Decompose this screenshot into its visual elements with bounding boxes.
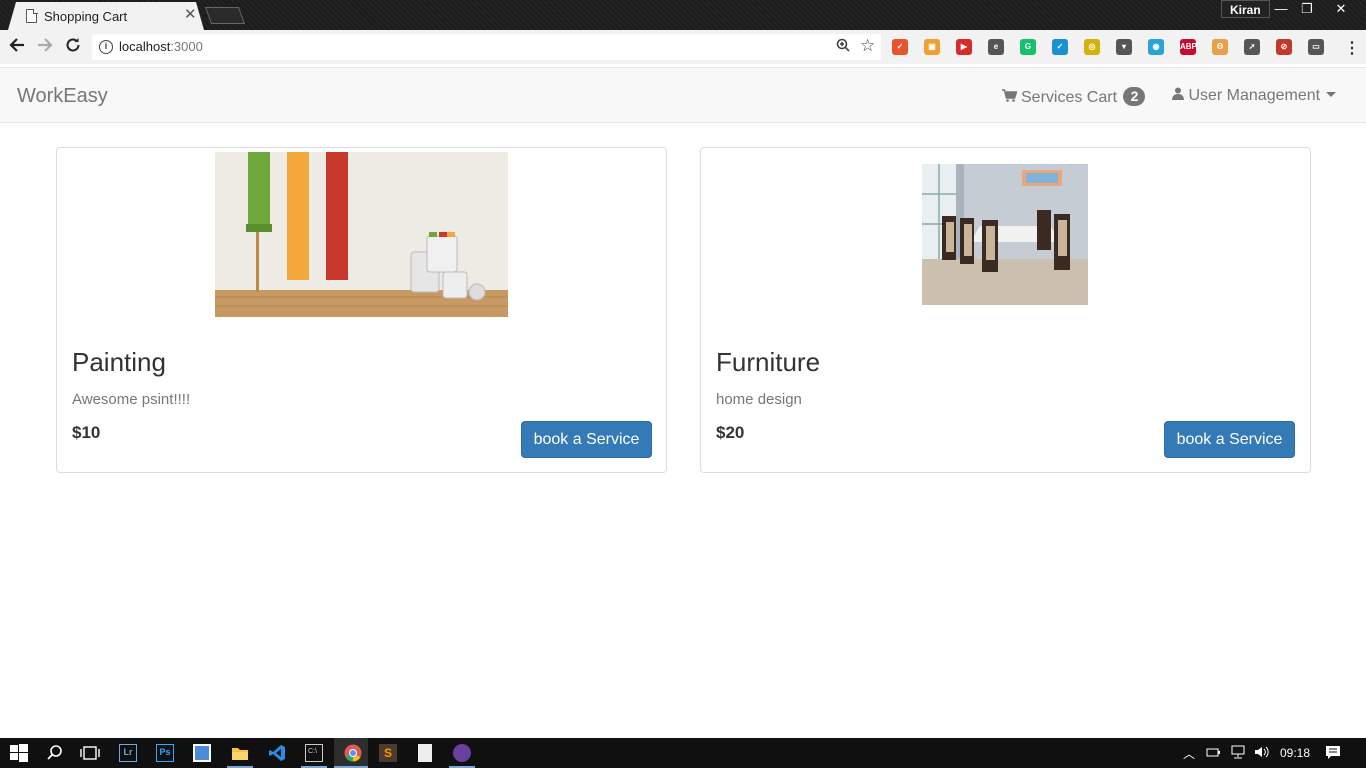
show-hidden-icons-icon[interactable]: ︿ (1183, 745, 1195, 762)
network-icon[interactable] (1230, 745, 1246, 762)
caret-down-icon (1326, 92, 1337, 97)
book-service-button[interactable]: book a Service (521, 421, 652, 458)
site-navbar: WorkEasy Services Cart 2 User Management (0, 67, 1366, 123)
active-app-indicator (334, 738, 368, 768)
file-explorer-icon[interactable] (231, 744, 249, 762)
web-page: WorkEasy Services Cart 2 User Management (0, 64, 1366, 738)
service-price: $10 (72, 423, 101, 442)
info-icon[interactable]: i (99, 40, 113, 54)
volume-icon[interactable] (1254, 745, 1270, 762)
extension-circle-icon[interactable]: ◎ (1084, 39, 1100, 55)
app-purple-icon[interactable] (453, 744, 471, 762)
new-tab-button[interactable] (204, 7, 246, 24)
reload-button[interactable] (62, 36, 84, 58)
power-icon[interactable] (1206, 745, 1222, 762)
close-window-button[interactable]: ✕ (1326, 0, 1356, 18)
service-description: home design (716, 391, 802, 408)
cast-icon[interactable]: ▭ (1308, 39, 1324, 55)
painting-image (215, 152, 508, 317)
clock[interactable]: 09:18 (1280, 746, 1310, 760)
services-cart-link[interactable]: Services Cart 2 (1002, 87, 1146, 107)
reload-icon (66, 38, 80, 52)
lightroom-icon[interactable]: Lr (119, 744, 137, 762)
service-title: Painting (72, 347, 166, 377)
forward-button[interactable] (34, 36, 56, 58)
extension-picture-icon[interactable]: ▣ (924, 39, 940, 55)
shopping-cart-icon (1002, 89, 1018, 107)
action-center-icon[interactable] (1325, 745, 1341, 763)
book-service-button[interactable]: book a Service (1164, 421, 1295, 458)
adblock-plus-icon[interactable]: ABP (1180, 39, 1197, 55)
service-price: $20 (716, 423, 745, 442)
app-icon[interactable] (193, 744, 211, 762)
file-icon[interactable] (418, 744, 432, 762)
service-title: Furniture (716, 347, 821, 377)
extension-red-icon[interactable]: ✓ (892, 39, 908, 55)
start-icon[interactable] (10, 744, 28, 762)
url-text[interactable]: localhost:3000 (119, 39, 203, 54)
back-button[interactable] (6, 36, 28, 58)
extension-playback-icon[interactable]: ▶ (956, 39, 972, 55)
user-icon (1172, 87, 1188, 104)
search-icon[interactable] (46, 744, 64, 762)
cart-count-badge: 2 (1123, 87, 1146, 106)
windows-taskbar: Lr Ps C:\ S ︿ 09:18 (0, 738, 1366, 768)
extension-block-icon[interactable]: ⊘ (1276, 39, 1292, 55)
browser-toolbar: i localhost:3000 ☆ ✓ ▣ ▶ e G ✓ ◎ ▾ ◉ ABP ʘ ➚ ⊘ ▭ ⋮ (0, 30, 1366, 64)
user-management-dropdown[interactable]: User Management (1172, 87, 1337, 105)
forward-arrow-icon (38, 38, 53, 52)
service-description: Awesome psint!!!! (72, 391, 191, 408)
tab-shopping-cart[interactable]: Shopping Cart ✕ (8, 2, 204, 30)
profile-button[interactable]: Kiran (1221, 0, 1270, 18)
evernote-icon[interactable]: e (988, 39, 1004, 55)
extension-rocket-icon[interactable]: ➚ (1244, 39, 1260, 55)
task-view-icon[interactable] (80, 744, 100, 762)
zoom-icon[interactable] (836, 38, 850, 55)
bookmark-star-icon[interactable]: ☆ (860, 36, 875, 56)
terminal-icon[interactable]: C:\ (305, 744, 323, 762)
user-menu-label: User Management (1188, 87, 1321, 104)
browser-menu-icon[interactable]: ⋮ (1344, 38, 1360, 58)
tab-title: Shopping Cart (44, 9, 128, 24)
sublime-text-icon[interactable]: S (379, 744, 397, 762)
pocket-icon[interactable]: ▾ (1116, 39, 1132, 55)
extension-face-icon[interactable]: ʘ (1212, 39, 1228, 55)
brand-logo[interactable]: WorkEasy (17, 85, 108, 108)
photoshop-icon[interactable]: Ps (156, 744, 174, 762)
address-bar[interactable]: i localhost:3000 ☆ (92, 34, 881, 60)
browser-tab-strip: Shopping Cart ✕ Kiran — ❐ ✕ (0, 0, 1366, 30)
document-icon (26, 8, 38, 23)
service-card: Painting Awesome psint!!!! $10 book a Se… (56, 147, 667, 473)
furniture-image (922, 164, 1088, 305)
service-card: Furniture home design $20 book a Service (700, 147, 1311, 473)
cart-label: Services Cart (1021, 89, 1118, 106)
extension-compass-icon[interactable]: ◉ (1148, 39, 1164, 55)
restore-button[interactable]: ❐ (1292, 0, 1322, 18)
vscode-icon[interactable] (268, 744, 286, 762)
grammarly-icon[interactable]: G (1020, 39, 1036, 55)
tab-close-icon[interactable]: ✕ (184, 7, 197, 23)
extension-check-icon[interactable]: ✓ (1052, 39, 1068, 55)
back-arrow-icon (9, 38, 24, 52)
